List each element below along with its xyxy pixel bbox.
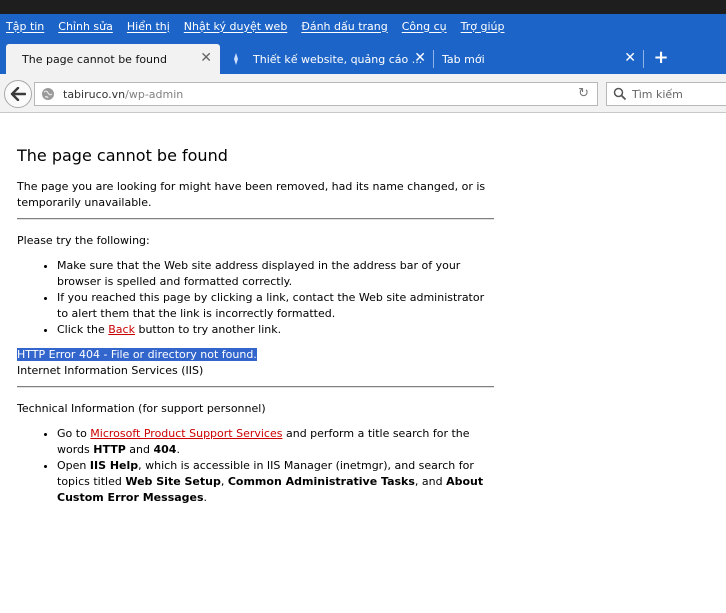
text: and bbox=[125, 443, 154, 456]
server-line: Internet Information Services (IIS) bbox=[17, 364, 204, 377]
tech-heading: Technical Information (for support perso… bbox=[17, 402, 266, 415]
selected-error-text: HTTP Error 404 - File or directory not f… bbox=[17, 348, 257, 361]
tab-strip: The page cannot be found ✕ Thiết kế webs… bbox=[0, 44, 726, 74]
tab-label: The page cannot be found bbox=[22, 52, 167, 66]
try-list: Make sure that the Web site address disp… bbox=[17, 258, 497, 338]
try-item-back: Click the Back button to try another lin… bbox=[57, 322, 497, 338]
tech-list: Go to Microsoft Product Support Services… bbox=[17, 426, 497, 506]
tab-separator bbox=[643, 50, 644, 68]
try-heading: Please try the following: bbox=[17, 234, 150, 247]
tab-new-tab[interactable]: Tab mới ✕ bbox=[434, 44, 644, 74]
text: . bbox=[176, 443, 180, 456]
search-icon bbox=[613, 87, 627, 101]
tech-item-iis-help: Open IIS Help, which is accessible in II… bbox=[57, 458, 497, 506]
keyword-404: 404 bbox=[153, 443, 177, 456]
try-item-contact: If you reached this page by clicking a l… bbox=[57, 290, 497, 322]
address-bar[interactable]: tabiruco.vn/wp-admin ↻ bbox=[34, 82, 598, 106]
new-tab-button[interactable]: + bbox=[650, 47, 672, 69]
text: Open bbox=[57, 459, 90, 472]
keyword-http: HTTP bbox=[93, 443, 126, 456]
favicon-icon bbox=[234, 53, 238, 65]
url-path: /wp-admin bbox=[125, 88, 184, 101]
search-placeholder: Tìm kiếm bbox=[632, 88, 683, 101]
tab-label: Thiết kế website, quảng cáo ... bbox=[253, 52, 423, 66]
reload-icon[interactable]: ↻ bbox=[578, 86, 589, 101]
search-box[interactable]: Tìm kiếm bbox=[606, 82, 726, 106]
menu-history[interactable]: Nhật ký duyệt web bbox=[184, 20, 288, 33]
menu-file[interactable]: Tập tin bbox=[6, 20, 44, 33]
text: , and bbox=[414, 475, 447, 488]
menu-bookmarks[interactable]: Đánh dấu trang bbox=[301, 20, 387, 33]
menu-bar: Tập tin Chỉnh sửa Hiển thị Nhật ký duyệt… bbox=[0, 14, 726, 38]
keyword-common-tasks: Common Administrative Tasks bbox=[227, 475, 415, 488]
text: button to try another link. bbox=[134, 323, 282, 336]
try-item-address: Make sure that the Web site address disp… bbox=[57, 258, 497, 290]
text: Click the bbox=[57, 323, 109, 336]
divider bbox=[17, 218, 494, 220]
menu-tools[interactable]: Công cụ bbox=[402, 20, 447, 33]
back-link[interactable]: Back bbox=[108, 323, 135, 336]
support-services-link[interactable]: Microsoft Product Support Services bbox=[90, 427, 282, 440]
page-content: The page cannot be found The page you ar… bbox=[17, 145, 497, 515]
error-line: HTTP Error 404 - File or directory not f… bbox=[17, 347, 497, 363]
close-tab-icon[interactable]: ✕ bbox=[200, 51, 212, 65]
window-top-edge bbox=[0, 0, 726, 14]
intro-text: The page you are looking for might have … bbox=[17, 180, 486, 209]
menu-help[interactable]: Trợ giúp bbox=[461, 20, 505, 33]
tab-page-cannot-be-found[interactable]: The page cannot be found ✕ bbox=[6, 44, 220, 74]
tab-thiet-ke-website[interactable]: Thiết kế website, quảng cáo ... ✕ bbox=[224, 44, 434, 74]
keyword-web-site-setup: Web Site Setup bbox=[125, 475, 221, 488]
text: . bbox=[203, 491, 208, 504]
page-title: The page cannot be found bbox=[17, 146, 228, 165]
tab-label: Tab mới bbox=[442, 52, 485, 66]
text: Go to bbox=[57, 427, 91, 440]
back-button[interactable] bbox=[4, 80, 32, 108]
divider bbox=[17, 386, 494, 388]
menu-view[interactable]: Hiển thị bbox=[127, 20, 170, 33]
globe-icon bbox=[42, 88, 54, 100]
keyword-iis-help: IIS Help bbox=[89, 459, 139, 472]
menu-edit[interactable]: Chỉnh sửa bbox=[58, 20, 113, 33]
text: , bbox=[220, 475, 228, 488]
navigation-bar: tabiruco.vn/wp-admin ↻ Tìm kiếm bbox=[0, 74, 726, 113]
tech-item-support: Go to Microsoft Product Support Services… bbox=[57, 426, 497, 458]
url-text: tabiruco.vn/wp-admin bbox=[63, 88, 183, 101]
close-tab-icon[interactable]: ✕ bbox=[414, 51, 426, 65]
back-arrow-icon bbox=[10, 87, 26, 101]
close-tab-icon[interactable]: ✕ bbox=[624, 51, 636, 65]
url-host: tabiruco.vn bbox=[63, 88, 126, 101]
